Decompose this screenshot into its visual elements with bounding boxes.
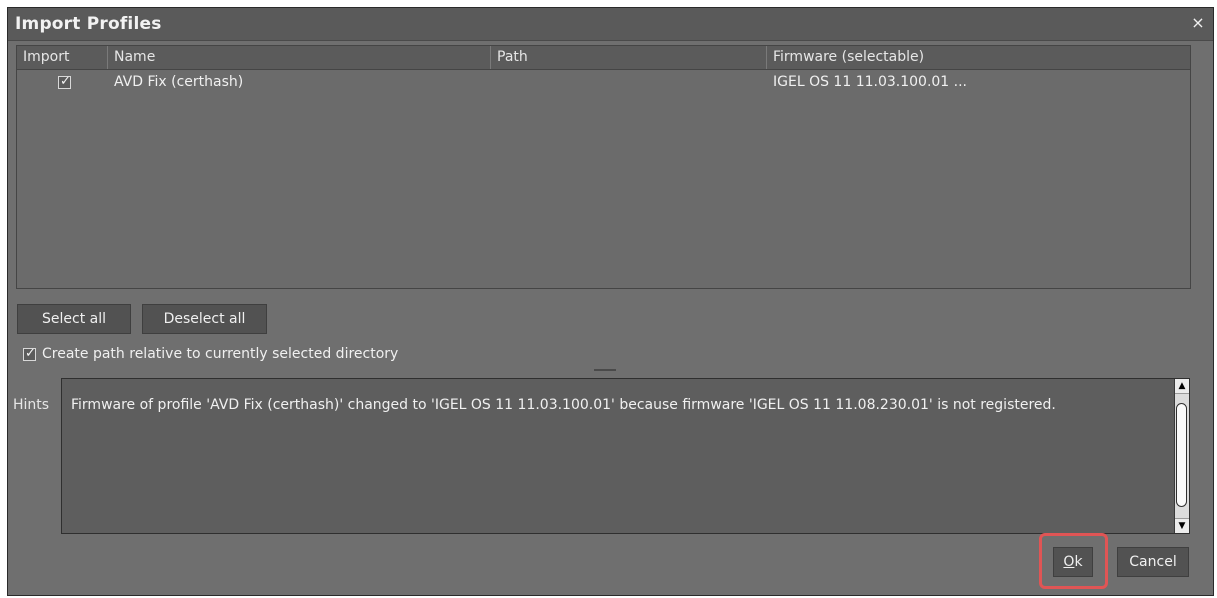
down-arrow-icon[interactable]: ▼	[1175, 518, 1189, 533]
table-header: Import Name Path Firmware (selectable)	[17, 46, 1190, 70]
deselect-all-button[interactable]: Deselect all	[142, 304, 267, 334]
hints-text-area[interactable]: Firmware of profile 'AVD Fix (certhash)'…	[61, 378, 1190, 534]
up-arrow-icon[interactable]: ▲	[1175, 379, 1189, 394]
ok-label-rest: k	[1074, 554, 1083, 570]
profile-path-cell	[491, 70, 767, 94]
checkmark-icon: ✓	[60, 73, 71, 89]
cancel-button[interactable]: Cancel	[1117, 547, 1189, 577]
column-header-name[interactable]: Name	[108, 46, 491, 69]
hints-scrollbar[interactable]: ▲ ▼	[1174, 379, 1189, 533]
scrollbar-thumb[interactable]	[1176, 403, 1187, 507]
dialog-title: Import Profiles	[15, 14, 162, 34]
column-header-import[interactable]: Import	[17, 46, 108, 69]
ok-mnemonic: O	[1063, 554, 1075, 570]
select-all-button[interactable]: Select all	[17, 304, 131, 334]
relative-path-option[interactable]: ✓ Create path relative to currently selec…	[23, 345, 398, 363]
profile-name-cell: AVD Fix (certhash)	[114, 74, 244, 90]
firmware-select-cell[interactable]: IGEL OS 11 11.03.100.01 ...	[767, 70, 1191, 94]
table-row[interactable]: ✓ AVD Fix (certhash) IGEL OS 11 11.03.10…	[17, 70, 1190, 94]
relative-path-checkbox[interactable]: ✓	[23, 345, 36, 361]
splitter-handle[interactable]	[594, 369, 616, 371]
import-checkbox[interactable]: ✓	[58, 73, 71, 89]
hints-label: Hints	[13, 397, 50, 413]
hints-text: Firmware of profile 'AVD Fix (certhash)'…	[71, 397, 1056, 413]
title-bar[interactable]: Import Profiles ×	[8, 8, 1213, 41]
close-icon[interactable]: ×	[1188, 13, 1208, 33]
column-header-firmware[interactable]: Firmware (selectable)	[767, 46, 1191, 69]
profiles-table: Import Name Path Firmware (selectable) ✓…	[16, 45, 1191, 289]
checkmark-icon: ✓	[25, 345, 36, 361]
relative-path-label: Create path relative to currently select…	[42, 346, 399, 362]
import-cell: ✓	[52, 70, 92, 94]
column-header-path[interactable]: Path	[491, 46, 767, 69]
ok-button[interactable]: Ok	[1053, 547, 1093, 577]
